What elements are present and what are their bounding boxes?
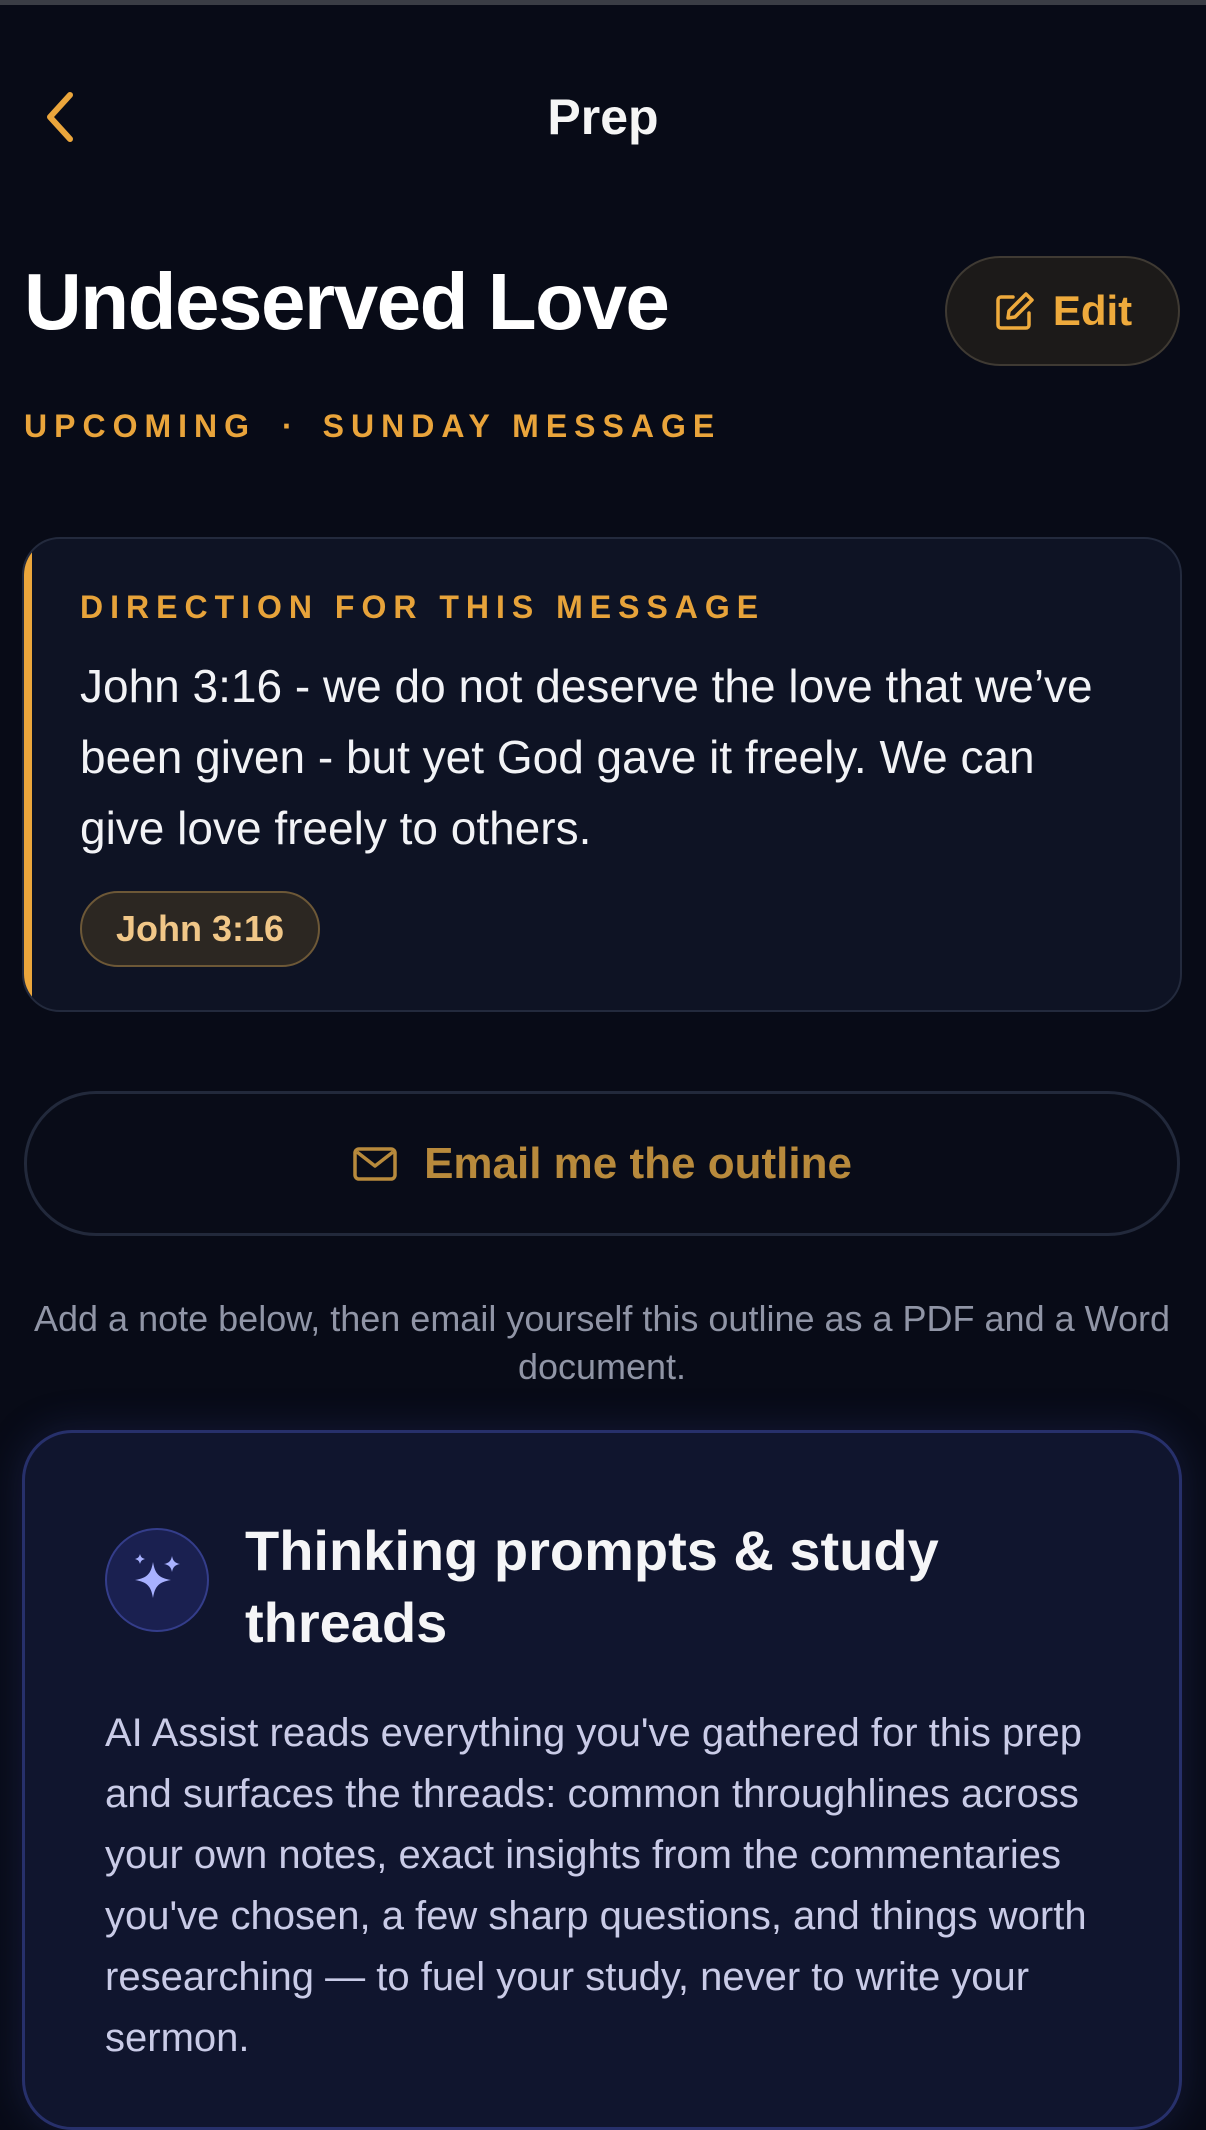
email-help-text: Add a note below, then email yourself th… (34, 1298, 1170, 1387)
edit-button[interactable]: Edit (945, 256, 1180, 366)
ai-icon-badge (105, 1528, 209, 1632)
message-meta: UPCOMING · SUNDAY MESSAGE (24, 408, 721, 445)
email-button-label: Email me the outline (424, 1138, 852, 1188)
email-outline-button[interactable]: Email me the outline (24, 1091, 1180, 1236)
mail-icon (353, 1146, 397, 1181)
edit-icon (996, 292, 1034, 330)
direction-accent-bar (24, 539, 32, 1010)
nav-bar: Prep (0, 60, 1206, 170)
status-label: UPCOMING (24, 408, 256, 444)
direction-card: DIRECTION FOR THIS MESSAGE John 3:16 - w… (22, 537, 1182, 1012)
direction-label: DIRECTION FOR THIS MESSAGE (80, 589, 766, 625)
status-bar-edge (0, 0, 1206, 5)
ai-prompts-title: Thinking prompts & study threads (245, 1519, 939, 1654)
verse-chip[interactable]: John 3:16 (80, 891, 321, 967)
sparkles-icon (135, 1554, 180, 1598)
meta-separator: · (282, 408, 293, 444)
ai-prompts-description: AI Assist reads everything you've gather… (105, 1711, 1087, 2060)
ai-prompts-card: Thinking prompts & study threads AI Assi… (22, 1430, 1182, 2130)
message-type-label: SUNDAY MESSAGE (322, 408, 722, 444)
direction-text: John 3:16 - we do not deserve the love t… (80, 660, 1093, 854)
nav-title: Prep (547, 89, 659, 145)
page-title: Undeserved Love (24, 257, 670, 346)
edit-label: Edit (1052, 287, 1133, 334)
